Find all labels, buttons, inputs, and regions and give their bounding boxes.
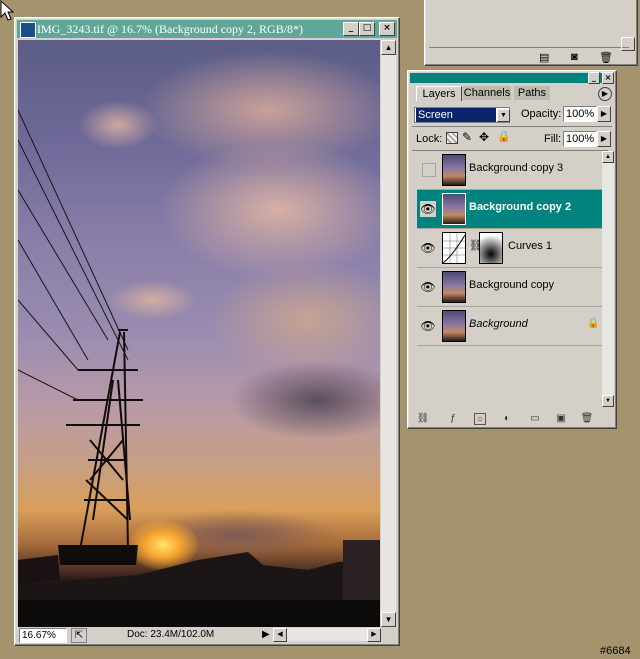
zoom-field[interactable]: 16.67% [19, 628, 67, 643]
lock-all-icon[interactable]: 🔒 [497, 130, 511, 143]
scroll-up-arrow-icon[interactable]: ▲ [602, 151, 614, 163]
new-layer-icon[interactable]: ▣ [554, 413, 568, 425]
opacity-input[interactable]: 100% [563, 106, 597, 122]
minimize-button[interactable]: _ [343, 22, 359, 36]
tab-channels[interactable]: Channels [463, 86, 511, 100]
layer-thumbnail [442, 193, 466, 225]
document-window: IMG_3243.tif @ 16.7% (Background copy 2,… [14, 17, 400, 646]
visibility-toggle[interactable] [422, 163, 436, 177]
scroll-up-arrow-icon[interactable]: ▲ [381, 40, 396, 55]
scroll-down-arrow-icon[interactable]: ▼ [381, 612, 396, 627]
layers-scrollbar[interactable]: ▲ ▼ [602, 151, 614, 407]
resize-grip-icon[interactable] [602, 413, 612, 423]
lock-label: Lock: [416, 133, 443, 145]
scroll-right-arrow-icon[interactable]: ▶ [367, 628, 381, 642]
status-bar: 16.67% ⇱ Doc: 23.4M/102.0M ▶ ◀ ▶ [17, 627, 381, 643]
fill-slider-arrow-icon[interactable]: ▶ [597, 131, 611, 147]
trash-icon[interactable]: 🗑 [580, 413, 594, 425]
add-mask-icon[interactable]: ○ [474, 413, 486, 425]
layer-row-background[interactable]: 👁 Background 🔒 [417, 307, 612, 346]
minimize-button[interactable]: _ [588, 72, 600, 84]
eye-icon[interactable]: 👁 [420, 318, 436, 334]
chevron-down-icon[interactable]: ▼ [497, 109, 510, 122]
divider [429, 47, 629, 48]
curves-adjustment-icon [442, 232, 466, 264]
layer-name: Background [469, 318, 528, 330]
opacity-slider-arrow-icon[interactable]: ▶ [597, 106, 611, 122]
link-layers-icon[interactable]: ⛓ [416, 413, 430, 425]
document-title: IMG_3243.tif @ 16.7% (Background copy 2,… [37, 22, 304, 36]
close-button[interactable]: × [602, 72, 614, 84]
layer-thumbnail [442, 310, 466, 342]
lock-icon: 🔒 [587, 318, 600, 329]
layer-thumbnail [442, 154, 466, 186]
scroll-down-arrow-icon[interactable]: ▼ [602, 395, 614, 407]
layer-name: Background copy 3 [469, 162, 564, 174]
maximize-button[interactable]: □ [359, 22, 375, 36]
watermark-id: #6684 [600, 645, 631, 657]
layer-row-curves-1[interactable]: 👁 ⛓ Curves 1 [417, 229, 612, 268]
divider [412, 126, 612, 127]
image-canvas[interactable] [18, 40, 380, 627]
tab-paths[interactable]: Paths [514, 86, 550, 100]
lock-transparency-icon[interactable] [446, 132, 458, 144]
resize-grip-icon[interactable] [621, 37, 635, 51]
tower-silhouette [18, 109, 380, 627]
layer-thumbnail [442, 271, 466, 303]
layer-name: Background copy [469, 279, 554, 291]
mouse-pointer-icon [0, 0, 14, 21]
fill-input[interactable]: 100% [563, 131, 597, 147]
opacity-label: Opacity: [521, 108, 562, 120]
horizontal-scrollbar[interactable]: ◀ ▶ [273, 628, 381, 642]
layers-panel-title-bar[interactable]: _ × [410, 72, 614, 84]
layer-name: Background copy 2 [469, 201, 572, 213]
scroll-left-arrow-icon[interactable]: ◀ [273, 628, 287, 642]
blend-mode-select[interactable]: Screen ▼ [414, 107, 510, 123]
vertical-scrollbar[interactable]: ▲ ▼ [381, 40, 396, 627]
new-document-icon[interactable]: ▤ [539, 51, 549, 64]
layers-panel: _ × Layers Channels Paths ▶ Screen ▼ Opa… [407, 70, 617, 429]
fill-label: Fill: [544, 133, 562, 145]
adjustment-layer-icon[interactable]: ◐ [500, 413, 514, 425]
layer-name: Curves 1 [508, 240, 553, 252]
layer-row-background-copy[interactable]: 👁 Background copy [417, 268, 612, 307]
layer-mask-thumbnail[interactable] [479, 232, 503, 264]
layer-row-background-copy-3[interactable]: Background copy 3 [417, 151, 612, 190]
camera-icon[interactable]: ◙ [571, 51, 578, 63]
close-button[interactable]: × [379, 22, 395, 36]
layer-list: Background copy 3 👁 Background copy 2 👁 … [412, 150, 612, 409]
lock-brush-icon[interactable]: ✎ [462, 130, 472, 144]
blend-mode-value: Screen [416, 108, 496, 122]
lock-move-icon[interactable]: ✥ [479, 130, 489, 144]
eye-icon[interactable]: 👁 [420, 240, 436, 256]
tab-layers[interactable]: Layers [416, 86, 462, 101]
status-arrow-icon[interactable]: ▶ [262, 628, 270, 641]
panel-menu-arrow-icon[interactable]: ▶ [598, 87, 612, 101]
eye-icon[interactable]: 👁 [420, 279, 436, 295]
document-title-bar[interactable]: IMG_3243.tif @ 16.7% (Background copy 2,… [17, 20, 397, 38]
layer-row-background-copy-2[interactable]: 👁 Background copy 2 [417, 190, 612, 229]
history-panel: ▤ ◙ 🗑 [424, 0, 638, 66]
status-menu-icon[interactable]: ⇱ [71, 628, 87, 643]
layer-style-icon[interactable]: ƒ [446, 413, 460, 425]
photoshop-document-icon [20, 22, 36, 38]
new-group-icon[interactable]: ▭ [528, 413, 542, 425]
document-size-info: Doc: 23.4M/102.0M [127, 629, 215, 640]
trash-icon[interactable]: 🗑 [599, 51, 613, 64]
eye-icon[interactable]: 👁 [420, 201, 436, 217]
